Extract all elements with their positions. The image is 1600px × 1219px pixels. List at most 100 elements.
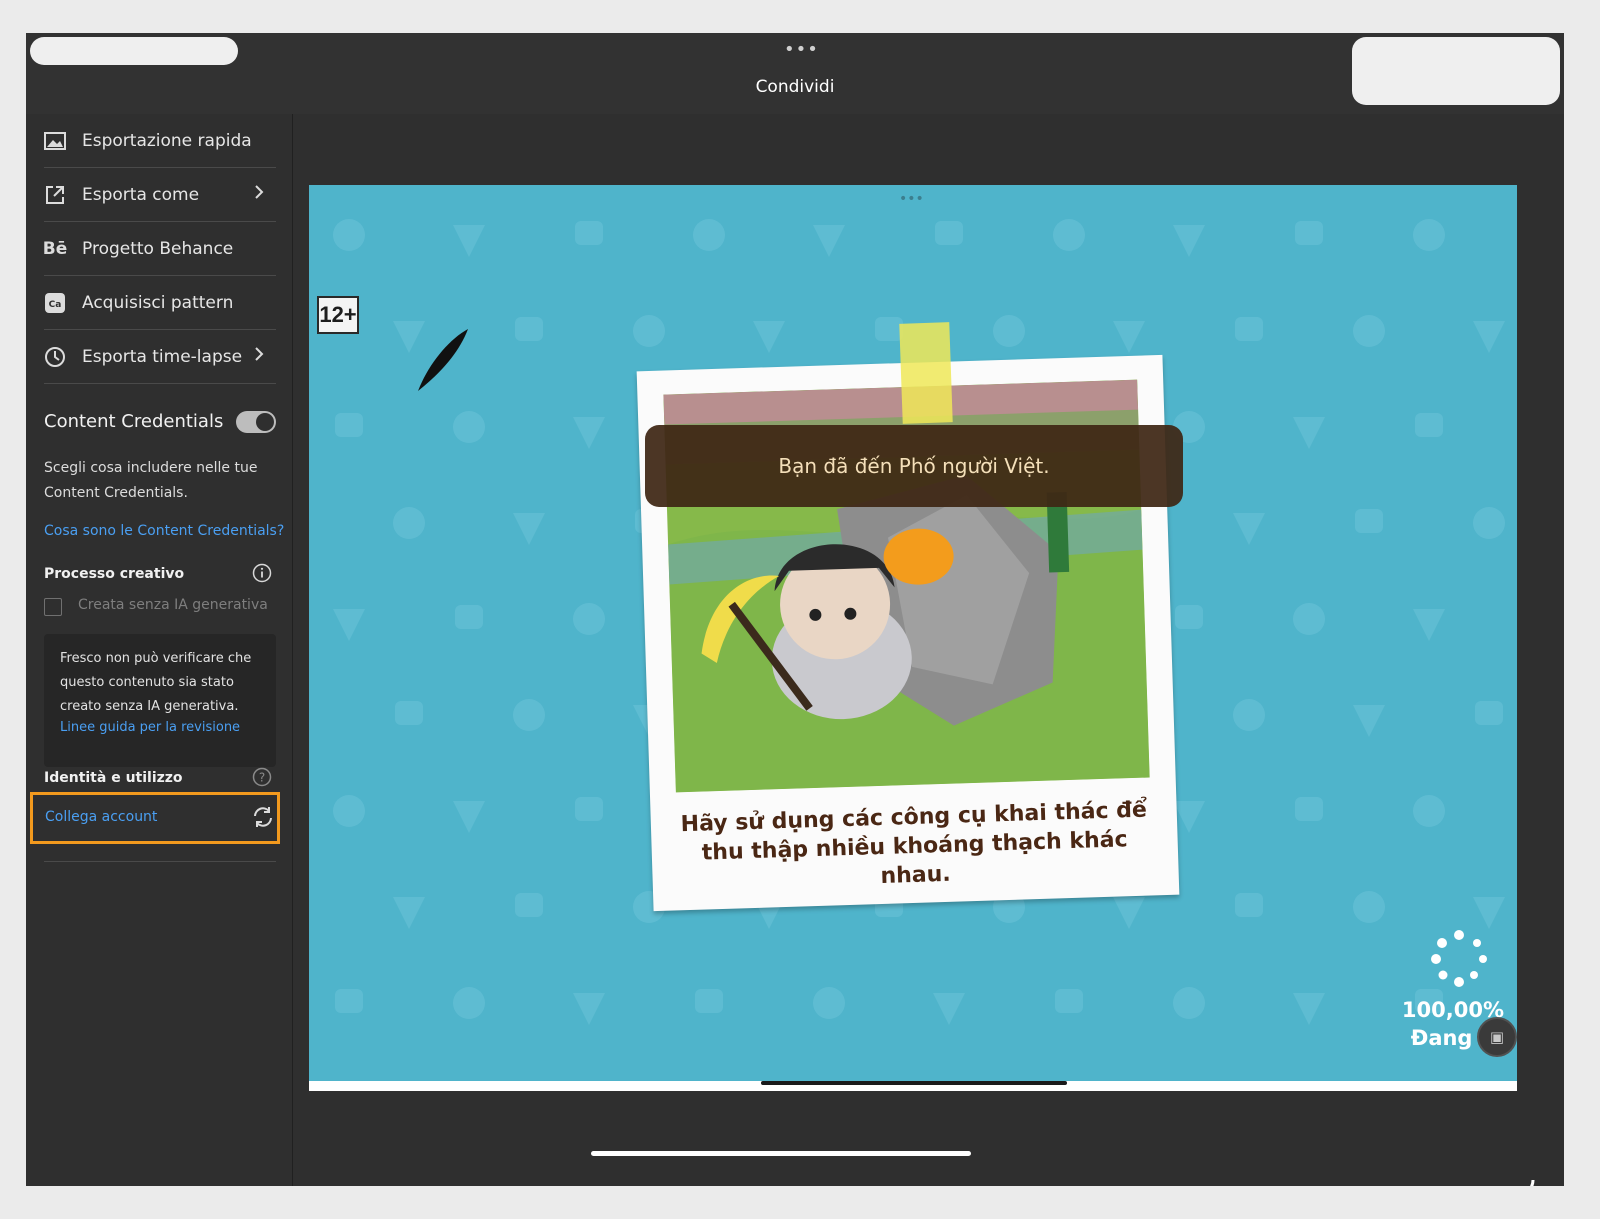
pattern-motif bbox=[693, 219, 725, 251]
no-genai-checkbox-label: Creata senza IA generativa bbox=[78, 597, 268, 613]
pattern-motif bbox=[1053, 219, 1085, 251]
chevron-right-icon bbox=[255, 185, 264, 199]
artwork-preview-area: ••• 12+ Hãy sử dụng các công cụ khai thá… bbox=[293, 114, 1564, 1186]
content-credentials-row: Content Credentials bbox=[44, 407, 276, 439]
share-sidebar: Esportazione rapida Esporta come Bē Prog… bbox=[26, 114, 293, 1186]
age-rating-badge: 12+ bbox=[317, 296, 359, 334]
pattern-motif bbox=[935, 221, 963, 245]
pattern-motif bbox=[1113, 321, 1145, 353]
no-genai-checkbox[interactable] bbox=[44, 598, 62, 616]
home-indicator[interactable] bbox=[591, 1151, 971, 1156]
connect-account-link[interactable]: Collega account bbox=[45, 809, 157, 825]
pattern-motif bbox=[1293, 603, 1325, 635]
resize-corner-icon[interactable] bbox=[1517, 1178, 1535, 1186]
pattern-motif bbox=[1295, 221, 1323, 245]
menu-item-behance[interactable]: Bē Progetto Behance bbox=[42, 222, 276, 276]
page-title: Condividi bbox=[755, 77, 835, 97]
pattern-motif bbox=[753, 321, 785, 353]
pattern-motif bbox=[933, 993, 965, 1025]
photo-caption: Hãy sử dụng các công cụ khai thác để thu… bbox=[666, 795, 1162, 897]
pattern-motif bbox=[1353, 891, 1385, 923]
pattern-motif bbox=[1233, 513, 1265, 545]
pattern-motif bbox=[1353, 705, 1385, 737]
content-credentials-info-link[interactable]: Cosa sono le Content Credentials? bbox=[44, 523, 284, 539]
verification-notice: Fresco non può verificare che questo con… bbox=[44, 634, 276, 767]
pattern-motif bbox=[993, 315, 1025, 347]
pattern-motif bbox=[335, 413, 363, 437]
pattern-motif bbox=[455, 605, 483, 629]
pattern-motif bbox=[395, 701, 423, 725]
pattern-motif bbox=[513, 699, 545, 731]
pattern-motif bbox=[573, 603, 605, 635]
sidebar-divider bbox=[44, 861, 276, 862]
creative-process-label: Processo creativo bbox=[44, 566, 185, 582]
connect-account-row[interactable]: Collega account bbox=[30, 792, 280, 844]
pattern-motif bbox=[1173, 987, 1205, 1019]
artwork-home-indicator bbox=[761, 1081, 1067, 1085]
pattern-motif bbox=[1055, 989, 1083, 1013]
verification-notice-text: Fresco non può verificare che questo con… bbox=[60, 651, 252, 714]
pattern-motif bbox=[393, 507, 425, 539]
pattern-motif bbox=[333, 795, 365, 827]
menu-item-label: Esporta come bbox=[82, 184, 200, 205]
pattern-motif bbox=[1175, 605, 1203, 629]
pattern-motif bbox=[515, 317, 543, 341]
pattern-motif bbox=[1473, 321, 1505, 353]
menu-item-quick-export[interactable]: Esportazione rapida bbox=[44, 114, 276, 168]
pattern-motif bbox=[1293, 993, 1325, 1025]
pattern-motif bbox=[453, 987, 485, 1019]
pattern-motif bbox=[1413, 219, 1445, 251]
pattern-motif bbox=[1413, 795, 1445, 827]
pattern-motif bbox=[1473, 507, 1505, 539]
pattern-motif bbox=[1173, 225, 1205, 257]
pattern-motif bbox=[1293, 417, 1325, 449]
image-icon bbox=[44, 130, 66, 152]
info-icon[interactable] bbox=[252, 563, 272, 583]
title-bar: ••• Condividi bbox=[26, 33, 1564, 115]
pattern-motif bbox=[1473, 897, 1505, 929]
clock-icon bbox=[44, 346, 66, 368]
identity-usage-label: Identità e utilizzo bbox=[44, 770, 183, 786]
app-window: ••• Condividi Esportazione rapida Esport… bbox=[26, 33, 1564, 1186]
pattern-motif bbox=[1413, 609, 1445, 641]
mini-menu-button[interactable]: ▣ bbox=[1477, 1017, 1517, 1057]
location-banner: Bạn đã đến Phố người Việt. bbox=[645, 425, 1183, 507]
help-icon[interactable]: ? bbox=[252, 767, 272, 787]
svg-text:?: ? bbox=[259, 771, 265, 785]
pattern-motif bbox=[333, 219, 365, 251]
pattern-motif bbox=[333, 609, 365, 641]
feather-brush-icon bbox=[418, 329, 468, 391]
menu-item-export-as[interactable]: Esporta come bbox=[44, 168, 276, 222]
pattern-motif bbox=[1415, 413, 1443, 437]
pattern-motif bbox=[1235, 317, 1263, 341]
pattern-motif bbox=[453, 801, 485, 833]
pattern-motif bbox=[573, 993, 605, 1025]
capture-icon: Ca bbox=[44, 292, 66, 314]
pattern-motif bbox=[1353, 315, 1385, 347]
pattern-motif bbox=[1173, 801, 1205, 833]
pattern-motif bbox=[573, 417, 605, 449]
menu-item-label: Esportazione rapida bbox=[82, 130, 252, 151]
pattern-motif bbox=[1475, 701, 1503, 725]
multitask-dots-icon[interactable]: ••• bbox=[784, 39, 819, 60]
menu-item-label: Progetto Behance bbox=[82, 238, 234, 259]
more-dots-icon[interactable]: ••• bbox=[899, 191, 924, 207]
svg-text:Ca: Ca bbox=[49, 300, 62, 310]
refresh-icon[interactable] bbox=[251, 805, 275, 829]
content-credentials-toggle[interactable] bbox=[236, 411, 276, 433]
loading-spinner-icon bbox=[1431, 930, 1487, 987]
review-guidelines-link[interactable]: Linee guida per la revisione bbox=[60, 720, 240, 735]
pattern-motif bbox=[1295, 797, 1323, 821]
menu-item-capture-pattern[interactable]: Ca Acquisisci pattern bbox=[44, 276, 276, 330]
export-icon bbox=[44, 184, 66, 206]
behance-icon: Bē bbox=[42, 238, 68, 259]
pattern-motif bbox=[813, 225, 845, 257]
pattern-motif bbox=[335, 989, 363, 1013]
status-pill-right bbox=[1352, 37, 1560, 105]
pattern-motif bbox=[513, 513, 545, 545]
chevron-right-icon bbox=[255, 347, 264, 361]
pattern-motif bbox=[1235, 893, 1263, 917]
pattern-motif bbox=[1233, 699, 1265, 731]
pattern-motif bbox=[575, 221, 603, 245]
menu-item-export-timelapse[interactable]: Esporta time-lapse bbox=[44, 330, 276, 384]
